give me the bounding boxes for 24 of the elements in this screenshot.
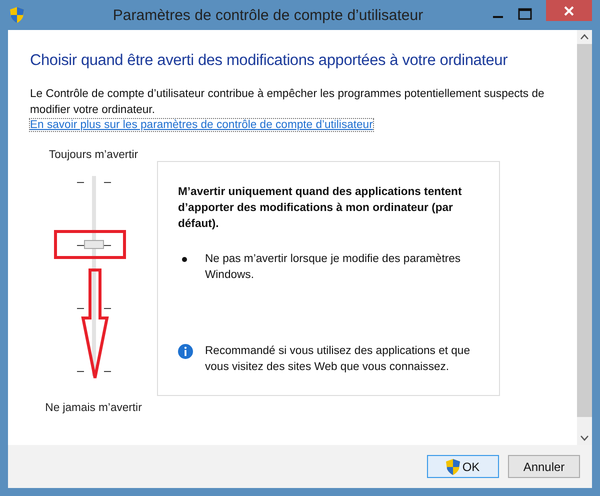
note-text: Recommandé si vous utilisez des applications et que vous visitez des sites Web que vous connaissez. (205, 344, 471, 375)
ok-button[interactable]: OK (427, 455, 499, 478)
bullet-text: Ne pas m’avertir lorsque je modifie des paramètres Windows. (205, 252, 462, 283)
shield-icon (446, 458, 460, 474)
shield-icon (10, 7, 24, 23)
close-icon (564, 6, 574, 16)
description-text: Le Contrôle de compte d’utilisateur contribue à empêcher les programmes potentiellement suspects de modifier votre ordinateur. (30, 87, 546, 118)
cancel-button[interactable]: Annuler (508, 455, 580, 478)
window-title: Paramètres de contrôle de compte d’utilisateur (112, 6, 424, 24)
bullet-icon (182, 257, 187, 262)
slider-thumb[interactable] (84, 240, 104, 249)
level-title: M’avertir uniquement quand des applications tentent d’apporter des modifications à mon ordinateur (par défaut). (178, 185, 463, 232)
down-arrow-icon (80, 268, 108, 380)
slider-top-label: Toujours m’avertir (48, 149, 138, 161)
scroll-up-icon[interactable] (580, 34, 589, 40)
close-button[interactable] (546, 0, 592, 21)
help-link[interactable]: En savoir plus sur les paramètres de contrôle de compte d’utilisateur (30, 119, 373, 131)
highlight-rectangle (54, 230, 126, 259)
slider-bottom-label: Ne jamais m’avertir (45, 402, 142, 414)
scroll-down-icon[interactable] (580, 435, 589, 441)
scrollbar[interactable] (577, 30, 592, 445)
page-heading: Choisir quand être averti des modifications apportées à votre ordinateur (30, 52, 509, 70)
info-icon (178, 344, 193, 359)
maximize-icon[interactable] (518, 8, 532, 20)
